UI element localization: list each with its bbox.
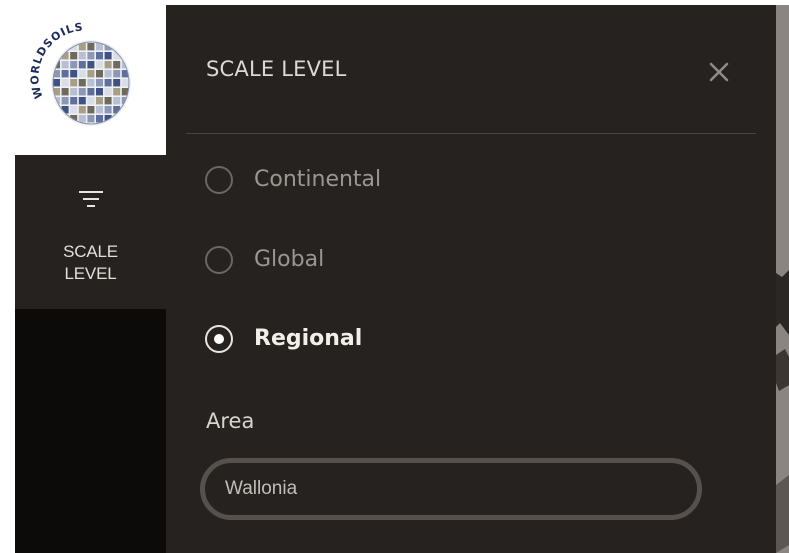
area-label: Area (206, 409, 255, 433)
panel-title: SCALE LEVEL (206, 57, 347, 81)
radio-label-regional: Regional (254, 326, 363, 351)
logo-mosaic-tile (87, 43, 95, 51)
logo-mosaic-tile (53, 79, 60, 87)
logo-mosaic-tile (113, 61, 121, 69)
logo-mosaic-tile (96, 61, 103, 69)
logo-mosaic-tile (87, 106, 95, 114)
logo-mosaic-tile (113, 70, 121, 78)
radio-option-continental[interactable]: Continental (204, 163, 604, 203)
close-button[interactable] (704, 57, 734, 87)
logo-mosaic-tile (87, 97, 95, 105)
logo-mosaic-tile (87, 52, 95, 60)
logo-mosaic-tile (70, 88, 78, 96)
logo-mosaic-tile (121, 115, 129, 123)
filter-icon (79, 191, 103, 207)
radio-option-global[interactable]: Global (204, 243, 604, 283)
logo-mosaic-tile (78, 115, 86, 123)
logo-mosaic-tile (70, 70, 78, 78)
close-icon (709, 62, 729, 82)
radio-button-global[interactable] (205, 246, 233, 274)
logo-mosaic-tile (70, 97, 78, 105)
logo-mosaic-tile (61, 88, 69, 96)
logo-mosaic-tile (96, 106, 103, 114)
panel-divider (186, 133, 756, 134)
worldsoils-logo: WORLDSOILS (15, 5, 166, 155)
logo-mosaic-tile (113, 79, 121, 87)
logo-mosaic-tile (87, 88, 95, 96)
logo-mosaic-tile (113, 88, 121, 96)
logo-mosaic-tile (121, 43, 129, 51)
logo-mosaic-tile (78, 61, 86, 69)
radio-button-regional[interactable] (205, 325, 233, 353)
logo-mosaic-tile (104, 52, 112, 60)
logo-mosaic-tile (96, 52, 103, 60)
globe-logo-icon: WORLDSOILS (28, 20, 131, 126)
logo-mosaic-tile (78, 106, 86, 114)
scale-level-rail-tab[interactable]: SCALE LEVEL (15, 155, 166, 309)
radio-option-regional[interactable]: Regional (204, 322, 604, 362)
map-terrain-shape (776, 5, 789, 553)
logo-mosaic-tile (104, 61, 112, 69)
logo-mosaic-tile (104, 88, 112, 96)
logo-mosaic-tile (87, 115, 95, 123)
logo-mosaic-tile (104, 79, 112, 87)
logo-mosaic-tile (78, 70, 86, 78)
logo-mosaic-tile (104, 106, 112, 114)
logo-mosaic-tile (96, 97, 103, 105)
logo-mosaic-tile (70, 61, 78, 69)
logo-mosaic-tile (96, 79, 103, 87)
logo-mosaic-tile (61, 97, 69, 105)
app-screen: WORLDSOILS SCALE LEVEL SCALE LEVEL Conti… (0, 0, 789, 553)
area-input[interactable] (200, 458, 702, 520)
rail-tab-label: SCALE LEVEL (63, 242, 118, 283)
logo-mosaic-tile (61, 70, 69, 78)
logo-mosaic-tile (104, 97, 112, 105)
logo-mosaic-tile (87, 70, 95, 78)
logo-mosaic-tile (113, 97, 121, 105)
logo-mosaic-tile (70, 106, 78, 114)
logo-mosaic-tile (96, 115, 103, 123)
logo-mosaic-tile (104, 70, 112, 78)
logo-mosaic-tile (96, 88, 103, 96)
logo-mosaic-tile (121, 79, 129, 87)
logo-mosaic-tile (78, 79, 86, 87)
radio-label-global: Global (254, 247, 325, 272)
logo-mosaic-tile (78, 52, 86, 60)
radio-button-continental[interactable] (205, 166, 233, 194)
logo-mosaic-tile (70, 79, 78, 87)
scale-level-panel: SCALE LEVEL Continental Global Regional … (166, 5, 776, 553)
logo-mosaic-tile (53, 115, 60, 123)
logo-mosaic-tile (61, 79, 69, 87)
logo-mosaic-tile (96, 70, 103, 78)
logo-mosaic-tile (87, 79, 95, 87)
radio-selected-dot (214, 334, 224, 344)
logo-mosaic-tile (70, 52, 78, 60)
logo-mosaic-tile (78, 97, 86, 105)
map-background (776, 5, 789, 553)
logo-mosaic-tile (78, 88, 86, 96)
radio-label-continental: Continental (254, 167, 382, 192)
logo-mosaic-tile (61, 61, 69, 69)
logo-mosaic-tile (87, 61, 95, 69)
